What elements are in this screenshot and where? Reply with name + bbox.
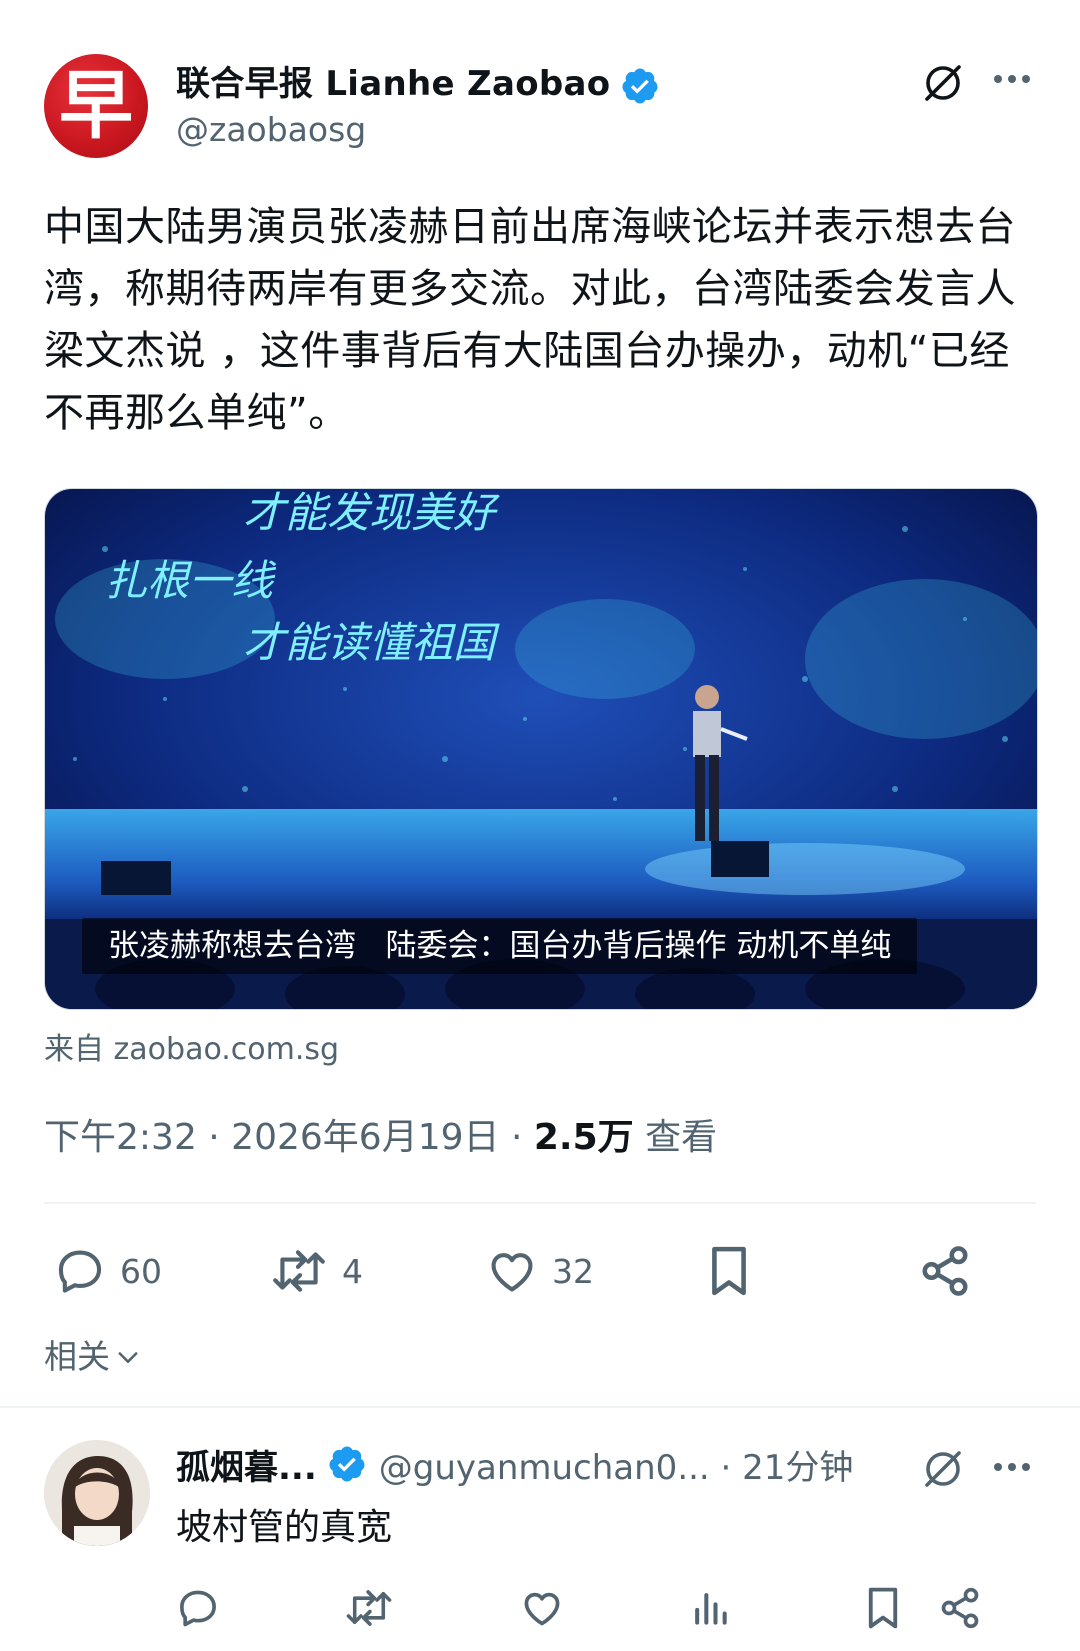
reply-reply-button[interactable] bbox=[176, 1578, 220, 1638]
chevron-down-icon bbox=[118, 1352, 138, 1363]
views-icon bbox=[695, 1593, 727, 1625]
reply-count: 60 bbox=[120, 1251, 162, 1291]
grok-icon[interactable] bbox=[918, 1444, 968, 1494]
reply-retweet-button[interactable] bbox=[344, 1578, 394, 1638]
media-caption: 张凌赫称想去台湾 陆委会：国台办背后操作 动机不单纯 bbox=[82, 918, 918, 974]
views-count: 2.5万 bbox=[533, 1117, 634, 1158]
reply-avatar[interactable] bbox=[44, 1440, 150, 1546]
reply-button[interactable]: 60 bbox=[54, 1236, 162, 1306]
share-icon bbox=[941, 1587, 979, 1629]
tweet-text: 中国大陆男演员张凌赫日前出席海峡论坛并表示想去台湾，称期待两岸有更多交流。对此，… bbox=[44, 204, 1016, 436]
bookmark-icon bbox=[868, 1587, 898, 1629]
verified-badge-icon bbox=[622, 68, 658, 103]
more-icon[interactable] bbox=[990, 64, 1034, 94]
reply-handle-time[interactable]: @guyanmuchan0... · 21分钟 bbox=[379, 1440, 854, 1489]
reply-like-button[interactable] bbox=[520, 1578, 564, 1638]
reply-text: 坡村管的真宽 bbox=[176, 1507, 393, 1548]
author-handle[interactable]: @zaobaosg bbox=[176, 110, 366, 149]
bookmark-icon bbox=[712, 1246, 746, 1296]
avatar-logo-char: 早 bbox=[59, 63, 133, 149]
tweet-timestamp[interactable]: 下午2:32 · 2026年6月19日 · bbox=[44, 1117, 534, 1158]
reply-icon bbox=[180, 1590, 216, 1627]
tweet-meta: 下午2:32 · 2026年6月19日 · 2.5万 查看 bbox=[44, 1108, 717, 1160]
retweet-icon bbox=[346, 1590, 392, 1626]
divider bbox=[0, 1406, 1080, 1408]
views-label: 查看 bbox=[633, 1117, 718, 1158]
reply-author-name[interactable]: 孤烟暮... bbox=[176, 1440, 317, 1489]
reply-header: 孤烟暮... @guyanmuchan0... · 21分钟 bbox=[176, 1438, 853, 1490]
reply-share-button[interactable] bbox=[938, 1578, 982, 1638]
reply-bookmark-button[interactable] bbox=[862, 1578, 904, 1638]
retweet-count: 4 bbox=[342, 1251, 363, 1291]
like-button[interactable]: 32 bbox=[486, 1236, 594, 1306]
like-count: 32 bbox=[552, 1251, 594, 1291]
author-avatar[interactable]: 早 bbox=[44, 54, 148, 158]
retweet-button[interactable]: 4 bbox=[270, 1236, 363, 1306]
author-display-name: 联合早报 Lianhe Zaobao bbox=[176, 64, 611, 104]
share-button[interactable] bbox=[918, 1236, 972, 1306]
verified-badge-icon bbox=[329, 1446, 365, 1482]
bookmark-button[interactable] bbox=[704, 1236, 754, 1306]
screen-text-line1: 才能发现美好 bbox=[243, 489, 500, 537]
related-toggle[interactable]: 相关 bbox=[44, 1330, 142, 1378]
reply-avatar-image bbox=[44, 1440, 150, 1546]
reply-icon bbox=[58, 1250, 102, 1293]
author-name[interactable]: 联合早报 Lianhe Zaobao bbox=[176, 56, 660, 106]
tweet-actions: 60 4 32 bbox=[44, 1236, 1036, 1306]
screen-text-line3: 才能读懂祖国 bbox=[243, 618, 500, 667]
reply-actions bbox=[176, 1578, 1046, 1638]
like-icon bbox=[491, 1253, 533, 1292]
more-icon[interactable] bbox=[990, 1452, 1034, 1482]
screen-text-line2: 扎根一线 bbox=[105, 556, 277, 605]
retweet-icon bbox=[273, 1250, 325, 1292]
related-label: 相关 bbox=[44, 1337, 110, 1376]
divider bbox=[44, 1202, 1036, 1204]
source-link[interactable]: 来自 zaobao.com.sg bbox=[44, 1024, 339, 1068]
like-icon bbox=[524, 1592, 560, 1626]
share-icon bbox=[922, 1246, 968, 1296]
grok-icon[interactable] bbox=[918, 58, 968, 108]
reply-views-button[interactable] bbox=[688, 1578, 732, 1638]
